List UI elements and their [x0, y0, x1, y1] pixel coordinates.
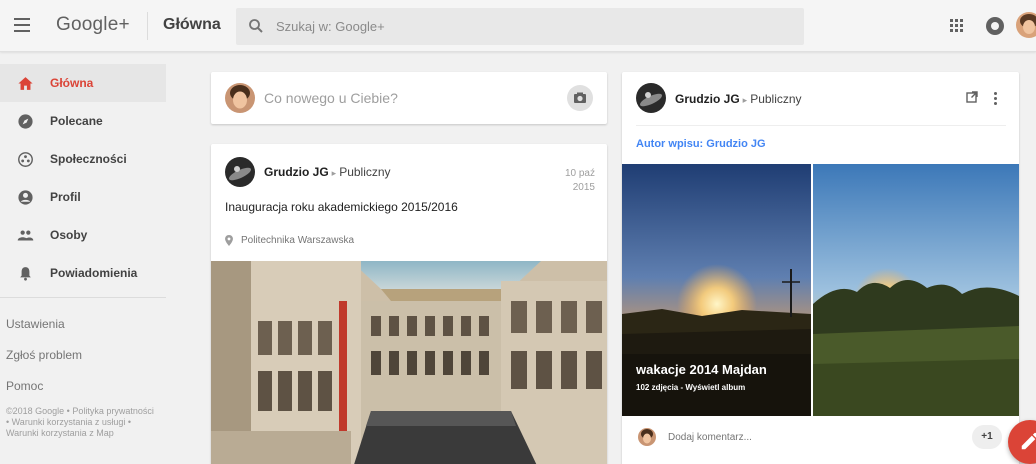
footer-legal-text: ©2018 Google • Polityka prywatności • Wa… — [6, 406, 154, 438]
top-bar: Google+ Główna — [0, 0, 1036, 52]
author-name[interactable]: Grudzio JG — [264, 165, 329, 179]
chevron-right-icon: ▸ — [742, 95, 748, 105]
post-card: Grudzio JG ▸ Publiczny 10 paź 2015 Inaugur… — [211, 144, 607, 464]
post-date[interactable]: 10 paź 2015 — [555, 167, 595, 195]
camera-icon — [574, 92, 586, 103]
author-name[interactable]: Grudzio JG — [675, 92, 740, 106]
people-icon — [17, 230, 34, 241]
post-card: Grudzio JG ▸ Publiczny Autor wpisu: Grudzi… — [622, 72, 1019, 464]
account-avatar[interactable] — [1016, 12, 1036, 38]
search-box[interactable] — [236, 8, 804, 45]
album-title[interactable]: wakacje 2014 Majdan — [636, 362, 767, 377]
sidebar-item-notifications[interactable]: Powiadomienia — [0, 254, 166, 292]
apps-grid-icon[interactable] — [950, 19, 964, 33]
post-author-line: Grudzio JG ▸ Publiczny — [264, 165, 391, 179]
page-title: Główna — [163, 16, 221, 33]
sidebar-item-featured[interactable]: Polecane — [0, 102, 166, 140]
camera-button[interactable] — [567, 85, 593, 111]
bell-icon — [20, 267, 31, 281]
location-pin-icon — [225, 235, 233, 246]
visibility-label: Publiczny — [750, 92, 802, 106]
help-link[interactable]: Pomoc — [6, 379, 43, 393]
album-subtitle[interactable]: 102 zdjęcia - Wyświetl album — [636, 383, 745, 392]
header-divider — [147, 12, 148, 40]
post-text: Inauguracja roku akademickiego 2015/2016 — [225, 200, 458, 214]
sidebar-divider — [0, 297, 166, 298]
communities-icon — [18, 152, 33, 167]
photo-album[interactable] — [622, 164, 1019, 416]
sidebar-item-people[interactable]: Osoby — [0, 216, 166, 254]
post-photo[interactable] — [211, 261, 607, 464]
sidebar-item-home[interactable]: Główna — [0, 64, 166, 102]
chevron-right-icon: ▸ — [331, 168, 337, 178]
search-icon — [249, 19, 263, 33]
sidebar-item-label: Profil — [50, 190, 81, 204]
user-avatar — [225, 83, 255, 113]
more-options-icon[interactable] — [994, 92, 998, 105]
sidebar-item-label: Powiadomienia — [50, 266, 138, 280]
post-author-link[interactable]: Autor wpisu: Grudzio JG — [636, 138, 766, 150]
profile-icon — [18, 190, 33, 205]
location-text: Politechnika Warszawska — [241, 235, 355, 246]
header-divider — [636, 125, 1006, 126]
sidebar-item-communities[interactable]: Społeczności — [0, 140, 166, 178]
author-avatar[interactable] — [636, 83, 666, 113]
plus-one-button[interactable]: +1 — [972, 425, 1002, 449]
author-avatar[interactable] — [225, 157, 255, 187]
google-plus-logo[interactable]: Google+ — [56, 14, 130, 36]
sidebar-item-profile[interactable]: Profil — [0, 178, 166, 216]
sidebar-item-label: Główna — [50, 76, 94, 90]
user-avatar — [638, 428, 656, 446]
composer-prompt[interactable]: Co nowego u Ciebie? — [264, 90, 398, 106]
sidebar-item-label: Osoby — [50, 228, 88, 242]
post-author-line: Grudzio JG ▸ Publiczny — [675, 92, 802, 106]
report-problem-link[interactable]: Zgłoś problem — [6, 348, 82, 362]
post-composer[interactable]: Co nowego u Ciebie? — [211, 72, 607, 124]
settings-link[interactable]: Ustawienia — [6, 317, 65, 331]
sidebar: Główna Polecane Społeczności Profil Osob… — [0, 52, 178, 464]
sidebar-item-label: Społeczności — [50, 152, 127, 166]
visibility-label: Publiczny — [339, 165, 391, 179]
menu-icon[interactable] — [14, 18, 30, 32]
open-external-icon[interactable] — [966, 91, 978, 103]
comment-input[interactable] — [668, 427, 918, 447]
notifications-icon[interactable] — [986, 17, 1004, 35]
compass-icon — [18, 114, 33, 129]
search-input[interactable] — [276, 8, 796, 45]
home-icon — [18, 77, 33, 90]
pencil-icon — [1021, 432, 1036, 450]
sidebar-item-label: Polecane — [50, 114, 103, 128]
